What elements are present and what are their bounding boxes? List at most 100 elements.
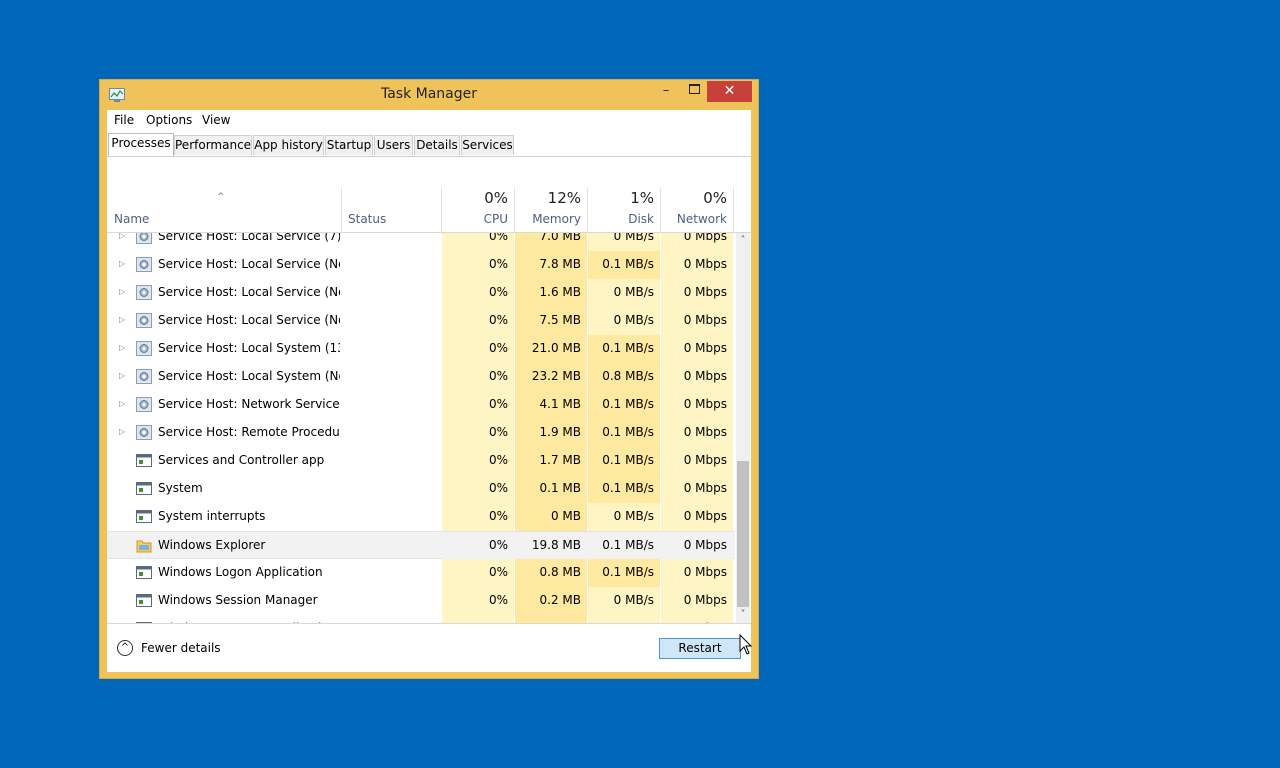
- column-network[interactable]: Network: [661, 212, 727, 226]
- app-window-icon: [136, 594, 152, 607]
- column-name[interactable]: Name: [114, 212, 149, 226]
- network-percent[interactable]: 0%: [661, 189, 727, 207]
- memory-value: 1.9 MB: [539, 425, 581, 439]
- disk-value: 0.1 MB/s: [602, 565, 654, 579]
- column-header: ^ Name Status 0% CPU 12% Memory 1% Disk …: [107, 170, 751, 233]
- expand-arrow-icon[interactable]: ▷: [119, 287, 125, 296]
- menu-view[interactable]: View: [202, 113, 230, 127]
- tab-performance[interactable]: Performance: [174, 135, 252, 155]
- process-list: ▷ Service Host: Local Service (7) 0% 7.0 MB…: [107, 233, 735, 623]
- process-name: System interrupts: [158, 509, 266, 523]
- disk-value: 0.1 MB/s: [602, 538, 654, 552]
- cpu-value: 0%: [488, 341, 508, 355]
- app-window-icon: [136, 482, 152, 495]
- expand-arrow-icon[interactable]: ▷: [119, 259, 125, 268]
- sort-up-icon: ^: [217, 192, 225, 202]
- memory-percent[interactable]: 12%: [515, 189, 581, 207]
- chevron-up-circle-icon[interactable]: ^: [117, 640, 133, 656]
- network-value: 0 Mbps: [683, 285, 727, 299]
- gear-icon: [136, 285, 152, 300]
- table-row[interactable]: Services and Controller app 0% 1.7 MB 0.1 M…: [107, 447, 735, 475]
- network-value: 0 Mbps: [683, 341, 727, 355]
- table-row[interactable]: System 0% 0.1 MB 0.1 MB/s 0 Mbps: [107, 475, 735, 503]
- process-name: Service Host: Local Service (Net...: [158, 257, 340, 271]
- memory-value: 0.1 MB: [539, 481, 581, 495]
- disk-value: 0 MB/s: [613, 313, 654, 327]
- table-row[interactable]: ▷ Service Host: Local System (Net... 0% 23.…: [107, 363, 735, 391]
- expand-arrow-icon[interactable]: ▷: [119, 315, 125, 324]
- table-row[interactable]: Windows Start-Up Application0%0.5 MB0 MB…: [107, 615, 735, 623]
- table-row[interactable]: System interrupts 0% 0 MB 0 MB/s 0 Mbps: [107, 503, 735, 531]
- network-value: 0 Mbps: [683, 481, 727, 495]
- tab-processes[interactable]: Processes: [108, 133, 174, 156]
- cpu-value: 0%: [488, 593, 508, 607]
- memory-value: 0 MB: [550, 509, 581, 523]
- column-memory[interactable]: Memory: [515, 212, 581, 226]
- gear-icon: [136, 341, 152, 356]
- vertical-scrollbar[interactable]: ˄ ˅: [736, 233, 750, 623]
- table-row[interactable]: ▷ Service Host: Local Service (No I... 0% 1…: [107, 279, 735, 307]
- task-manager-window: Task Manager – ✕ File Options View Proce…: [99, 79, 759, 679]
- disk-value: 0.8 MB/s: [602, 369, 654, 383]
- column-status[interactable]: Status: [348, 212, 386, 226]
- close-icon: ✕: [723, 83, 736, 99]
- menu-file[interactable]: File: [114, 113, 134, 127]
- maximize-button[interactable]: [681, 81, 707, 102]
- disk-percent[interactable]: 1%: [588, 189, 654, 207]
- gear-icon: [136, 397, 152, 412]
- network-value: 0 Mbps: [683, 425, 727, 439]
- menu-options[interactable]: Options: [146, 113, 192, 127]
- expand-arrow-icon[interactable]: ▷: [119, 427, 125, 436]
- table-row[interactable]: Windows Session Manager 0% 0.2 MB 0 MB/s 0 M…: [107, 587, 735, 615]
- process-name: Service Host: Local Service (No ...: [158, 313, 340, 327]
- network-value: 0 Mbps: [683, 233, 727, 243]
- cpu-value: 0%: [488, 425, 508, 439]
- scroll-down-icon[interactable]: ˅: [736, 608, 750, 622]
- expand-arrow-icon[interactable]: ▷: [119, 399, 125, 408]
- process-name: Service Host: Network Service (4): [158, 397, 340, 411]
- disk-value: 0.1 MB/s: [602, 425, 654, 439]
- expand-arrow-icon[interactable]: ▷: [119, 371, 125, 380]
- restart-button[interactable]: Restart: [659, 638, 741, 659]
- disk-value: 0.1 MB/s: [602, 481, 654, 495]
- memory-value: 1.6 MB: [539, 285, 581, 299]
- table-row[interactable]: ▷ Service Host: Remote Procedure... 0% 1.9 …: [107, 419, 735, 447]
- tab-users[interactable]: Users: [374, 135, 413, 155]
- minimize-icon: –: [662, 83, 670, 98]
- app-window-icon: [136, 566, 152, 579]
- table-row[interactable]: ▷ Service Host: Local Service (Net... 0% 7.…: [107, 251, 735, 279]
- network-value: 0 Mbps: [683, 593, 727, 607]
- column-cpu[interactable]: CPU: [442, 212, 508, 226]
- column-disk[interactable]: Disk: [588, 212, 654, 226]
- tab-app-history[interactable]: App history: [253, 135, 324, 155]
- expand-arrow-icon[interactable]: ▷: [119, 233, 125, 240]
- tab-startup[interactable]: Startup: [325, 135, 373, 155]
- column-divider[interactable]: [733, 188, 734, 232]
- minimize-button[interactable]: –: [653, 81, 679, 102]
- table-row[interactable]: ▷ Service Host: Network Service (4) 0% 4.1 …: [107, 391, 735, 419]
- table-row[interactable]: Windows Logon Application 0% 0.8 MB 0.1 MB/…: [107, 559, 735, 587]
- tab-services[interactable]: Services: [461, 135, 514, 155]
- process-name: Service Host: Local Service (7): [158, 233, 340, 243]
- network-value: 0 Mbps: [683, 313, 727, 327]
- tab-strip: Processes Performance App history Startu…: [107, 133, 751, 157]
- disk-value: 0.1 MB/s: [602, 453, 654, 467]
- process-name: Windows Logon Application: [158, 565, 323, 579]
- table-row[interactable]: Windows Explorer 0% 19.8 MB 0.1 MB/s 0 Mbps: [107, 531, 735, 560]
- title-bar[interactable]: Task Manager – ✕: [100, 80, 758, 110]
- scroll-up-icon[interactable]: ˄: [736, 234, 750, 248]
- app-window-icon: [136, 454, 152, 467]
- column-divider[interactable]: [341, 188, 342, 232]
- fewer-details-link[interactable]: Fewer details: [141, 641, 221, 655]
- table-row[interactable]: ▷ Service Host: Local Service (7) 0% 7.0 MB…: [107, 233, 735, 251]
- cpu-percent[interactable]: 0%: [442, 189, 508, 207]
- tab-details[interactable]: Details: [414, 135, 460, 155]
- memory-value: 23.2 MB: [531, 369, 581, 383]
- close-button[interactable]: ✕: [707, 81, 752, 102]
- scrollbar-thumb[interactable]: [737, 461, 749, 607]
- network-value: 0 Mbps: [683, 565, 727, 579]
- expand-arrow-icon[interactable]: ▷: [119, 343, 125, 352]
- table-row[interactable]: ▷ Service Host: Local System (13) 0% 21.0 M…: [107, 335, 735, 363]
- footer-bar: ^ Fewer details Restart: [107, 623, 751, 673]
- table-row[interactable]: ▷ Service Host: Local Service (No ... 0% 7.…: [107, 307, 735, 335]
